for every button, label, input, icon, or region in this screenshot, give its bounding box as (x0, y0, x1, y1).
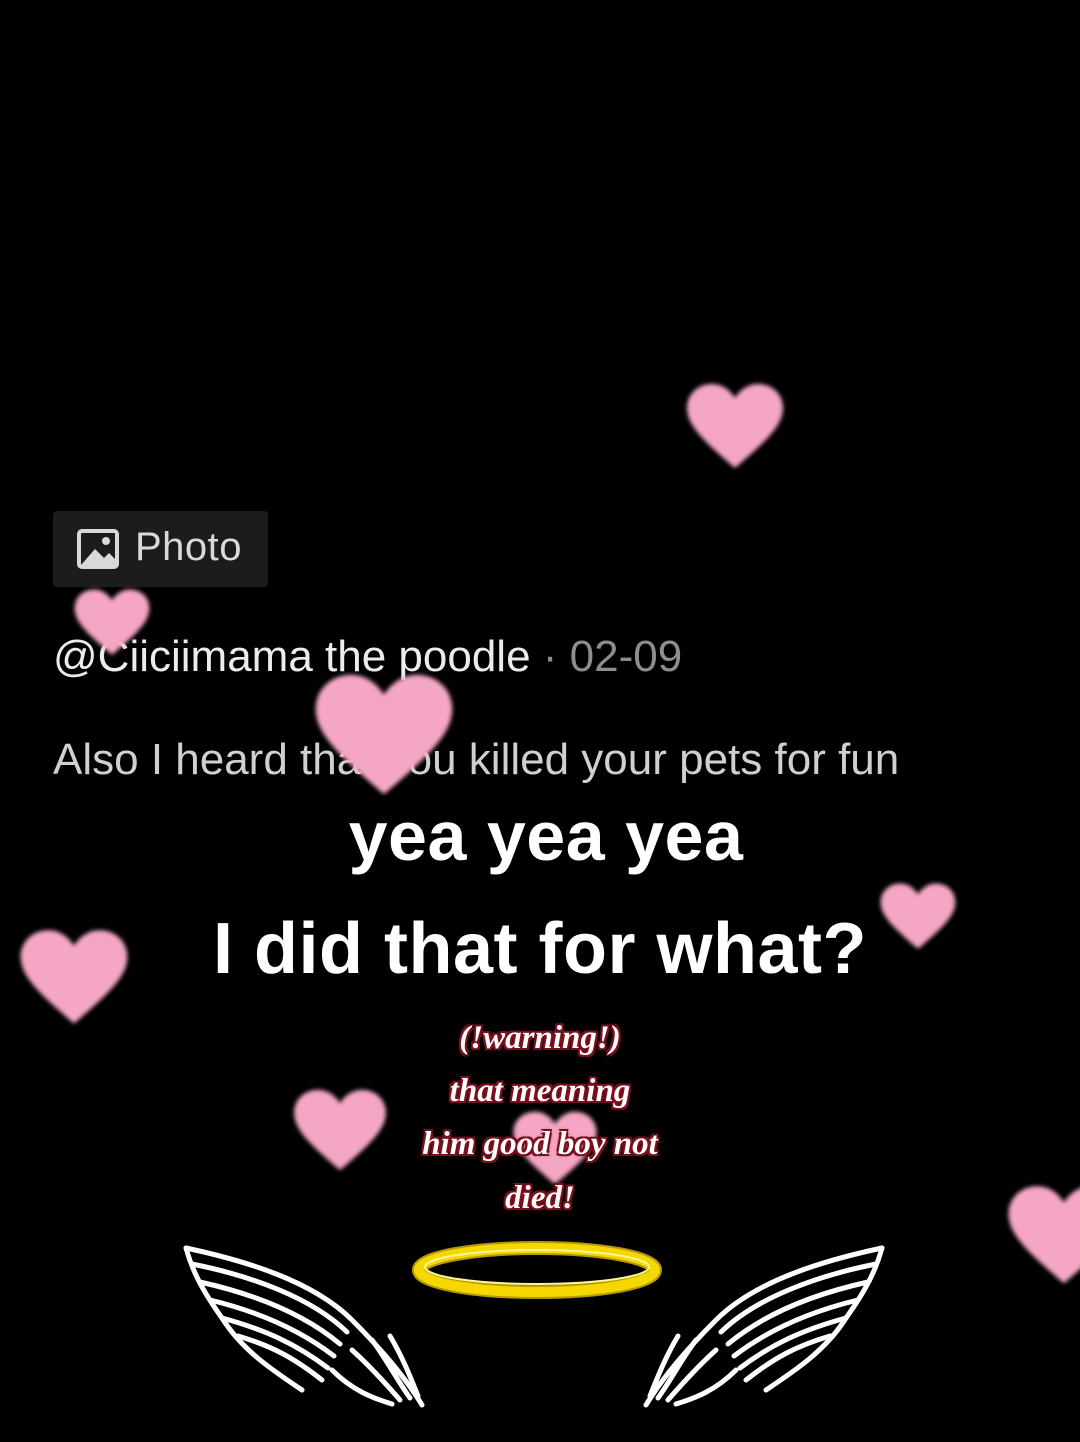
note-line-4: died! (505, 1180, 575, 1216)
comment-text: Also I heard that you killed your pets f… (53, 735, 900, 784)
caption-line-1: yea yea yea (348, 797, 744, 875)
note-line-2: that meaning (449, 1073, 631, 1109)
caption-line-2: I did that for what? (213, 909, 867, 989)
comment-date: 02-09 (569, 632, 683, 681)
video-frame: Photo @Ciiciimama the poodle · 02-09 Als… (0, 0, 1080, 1442)
wing-icon (183, 1245, 425, 1408)
photo-chip-label: Photo (135, 525, 243, 569)
comment-separator: · (542, 632, 558, 681)
halo-icon (412, 1241, 662, 1299)
heart-icon (74, 589, 150, 655)
note-line-3: him good boy not (422, 1126, 658, 1162)
note-line-1: (!warning!) (459, 1020, 621, 1056)
photo-chip[interactable]: Photo (53, 511, 268, 587)
image-icon (77, 529, 119, 569)
wing-icon (643, 1245, 885, 1408)
heart-icon (315, 674, 453, 795)
heart-icon (687, 384, 783, 468)
